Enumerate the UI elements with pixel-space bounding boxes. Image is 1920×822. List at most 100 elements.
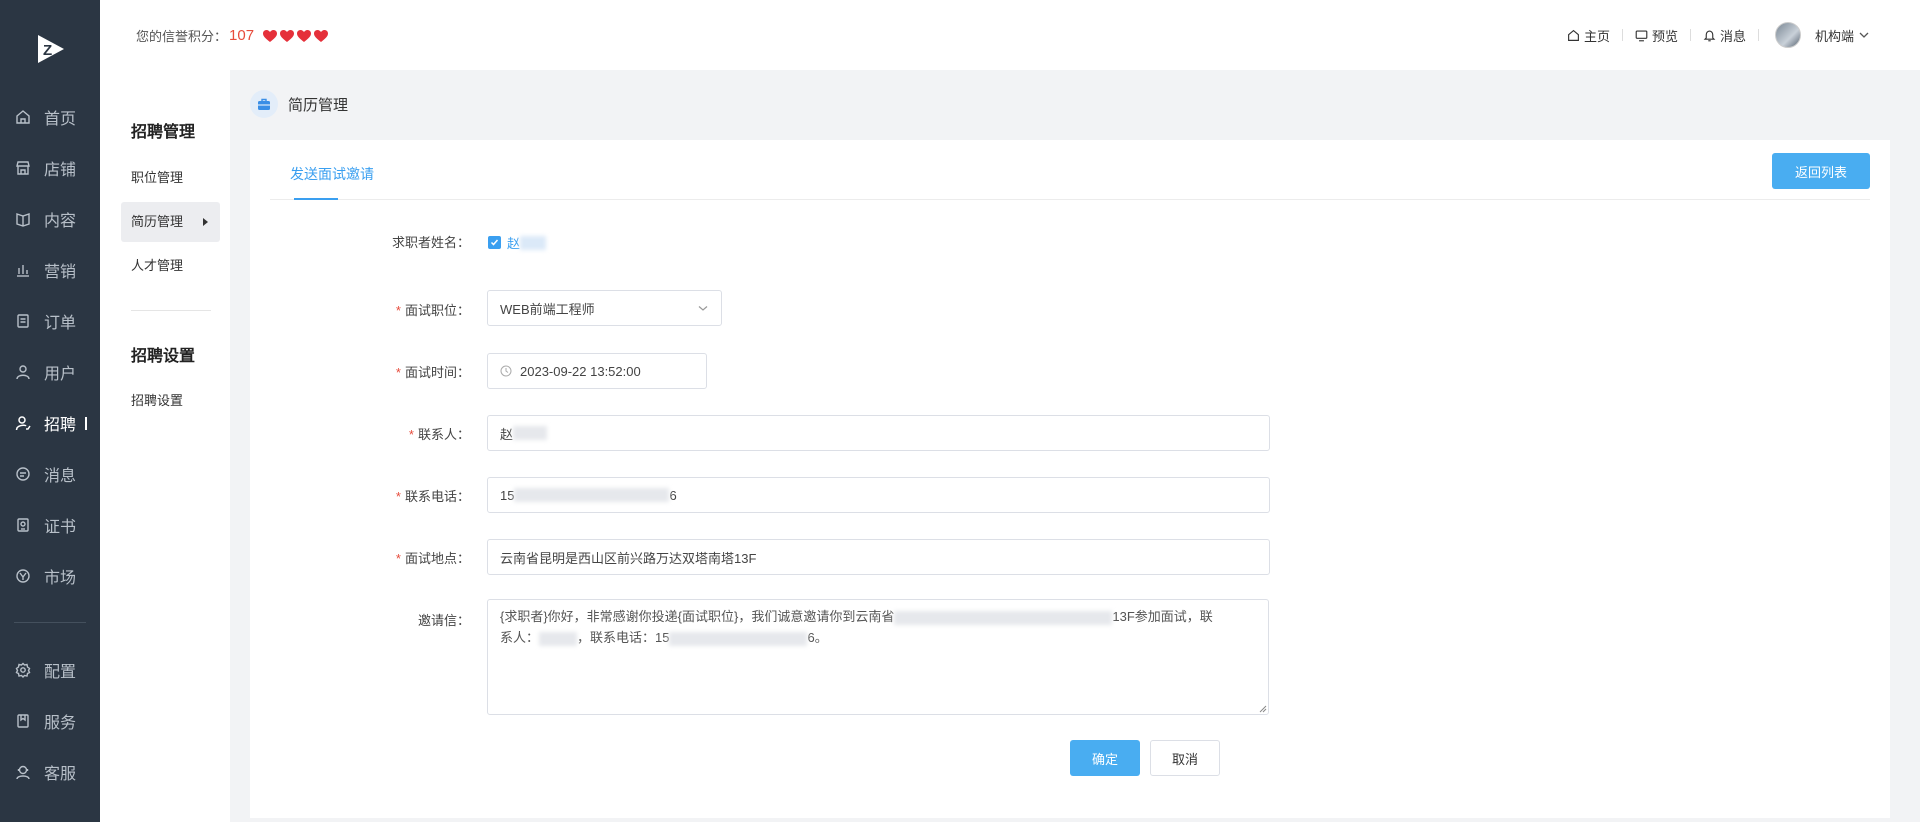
chat-icon — [14, 465, 32, 483]
location-value: 云南省昆明是西山区前兴路万达双塔南塔13F — [500, 550, 757, 566]
nav-label: 客服 — [44, 766, 77, 783]
applicant-label: 求职者姓名： — [391, 235, 470, 250]
credit-hearts — [262, 29, 329, 43]
account-menu[interactable]: 机构端 — [1759, 22, 1882, 48]
tab-bar: 发送面试邀请 — [270, 140, 1870, 200]
phone-input[interactable]: 15 6 — [487, 477, 1270, 513]
sub-item-recruit-settings[interactable]: 招聘设置 — [121, 381, 220, 421]
main-card: 发送面试邀请 返回列表 求职者姓名： 赵 * 面试职位： WEB前端工程师 * 面试… — [250, 140, 1890, 818]
nav-label: 市场 — [44, 570, 77, 587]
credit-score: 107 — [229, 27, 255, 44]
location-input[interactable]: 云南省昆明是西山区前兴路万达双塔南塔13F — [487, 539, 1270, 575]
heart-icon — [297, 29, 312, 42]
contact-label: * 联系人： — [408, 427, 470, 442]
nav-item-messages[interactable]: 消息 — [0, 454, 100, 494]
redacted-text — [514, 488, 670, 502]
order-icon — [14, 312, 32, 330]
time-picker[interactable]: 2023-09-22 13:52:00 — [487, 353, 707, 389]
tab-active-indicator — [294, 198, 338, 200]
sub-group-title: 招聘管理 — [131, 124, 196, 141]
position-label: * 面试职位： — [395, 303, 470, 318]
cancel-button[interactable]: 取消 — [1150, 740, 1220, 776]
book-icon — [14, 210, 32, 228]
applicant-name: 赵 — [507, 236, 521, 251]
nav-item-home[interactable]: 首页 — [0, 97, 100, 137]
time-label: * 面试时间： — [395, 365, 470, 380]
briefcase-icon — [250, 90, 278, 118]
resize-handle-icon[interactable] — [1259, 705, 1267, 713]
time-value: 2023-09-22 13:52:00 — [520, 363, 641, 379]
preview-link-label: 预览 — [1651, 28, 1678, 44]
contact-value: 赵 — [500, 426, 514, 442]
nav-item-orders[interactable]: 订单 — [0, 301, 100, 341]
svg-text:Z: Z — [43, 42, 52, 59]
letter-line-2: 系人： ，联系电话：15 6。 — [500, 630, 828, 646]
messages-link[interactable]: 消息 — [1691, 26, 1758, 45]
nav-label: 消息 — [44, 468, 77, 485]
heart-icon — [280, 29, 295, 42]
sub-item-resumes[interactable]: 简历管理 — [121, 202, 220, 242]
heart-icon — [263, 29, 278, 42]
letter-label: 邀请信： — [417, 613, 470, 628]
nav-item-marketing[interactable]: 营销 — [0, 250, 100, 290]
nav-item-market[interactable]: 市场 — [0, 556, 100, 596]
nav-item-certificate[interactable]: 证书 — [0, 505, 100, 545]
location-label: * 面试地点： — [395, 551, 470, 566]
account-label: 机构端 — [1814, 28, 1854, 44]
nav-label: 服务 — [44, 715, 77, 732]
sub-divider — [131, 310, 211, 311]
nav-item-recruit[interactable]: 招聘 — [0, 403, 100, 443]
invitation-letter-textarea[interactable]: {求职者}你好，非常感谢你投递{面试职位}，我们诚意邀请你到云南省 13F参加面试… — [487, 599, 1269, 715]
nav-item-content[interactable]: 内容 — [0, 199, 100, 239]
gear-icon — [14, 661, 32, 679]
nav-label: 店铺 — [44, 162, 77, 179]
nav-item-service[interactable]: 服务 — [0, 701, 100, 741]
bell-icon — [1703, 29, 1716, 41]
nav-item-config[interactable]: 配置 — [0, 650, 100, 690]
position-select[interactable]: WEB前端工程师 — [487, 290, 722, 326]
heart-icon — [314, 29, 329, 42]
app-logo-icon[interactable]: Z — [34, 32, 68, 66]
tab-send-invite[interactable]: 发送面试邀请 — [290, 164, 374, 184]
sub-sidebar: 招聘管理 职位管理 简历管理 人才管理 招聘设置 招聘设置 — [100, 70, 230, 822]
preview-link[interactable]: 预览 — [1623, 26, 1690, 45]
credit-score-display: 您的信誉积分： 107 — [136, 26, 329, 45]
contact-input[interactable]: 赵 — [487, 415, 1270, 451]
nav-label: 营销 — [44, 264, 77, 281]
store-icon — [14, 159, 32, 177]
sub-item-talent[interactable]: 人才管理 — [121, 246, 220, 286]
nav-label: 内容 — [44, 213, 77, 230]
nav-item-support[interactable]: 客服 — [0, 752, 100, 792]
chevron-down-icon — [1859, 32, 1869, 38]
nav-item-users[interactable]: 用户 — [0, 352, 100, 392]
certificate-icon — [14, 516, 32, 534]
breadcrumb: 简历管理 — [250, 90, 348, 118]
home-link[interactable]: 主页 — [1555, 26, 1622, 45]
user-icon — [14, 363, 32, 381]
page-title: 简历管理 — [288, 96, 349, 114]
market-icon — [14, 567, 32, 585]
applicant-checkbox[interactable]: 赵 — [488, 233, 547, 252]
sub-group-title: 招聘设置 — [131, 348, 196, 365]
nav-label: 用户 — [44, 366, 77, 383]
confirm-button[interactable]: 确定 — [1070, 740, 1140, 776]
nav-item-store[interactable]: 店铺 — [0, 148, 100, 188]
clock-icon — [500, 365, 512, 377]
sub-item-positions[interactable]: 职位管理 — [121, 158, 220, 198]
credit-label: 您的信誉积分： — [136, 29, 228, 44]
phone-label: * 联系电话： — [395, 489, 470, 504]
service-icon — [14, 712, 32, 730]
avatar — [1774, 22, 1801, 48]
checkbox-checked-icon — [488, 236, 501, 249]
messages-link-label: 消息 — [1719, 28, 1746, 44]
phone-prefix: 15 — [500, 487, 515, 503]
headset-icon — [14, 763, 32, 781]
bar-chart-icon — [14, 261, 32, 279]
main-sidebar: Z 首页 店铺 内容 营销 订单 用户 招聘 消息 证书 市场 配置 服务 客服 — [0, 0, 100, 822]
chevron-down-icon — [698, 306, 708, 311]
sub-item-label: 简历管理 — [131, 214, 184, 229]
nav-label: 证书 — [44, 519, 77, 536]
home-link-label: 主页 — [1583, 28, 1610, 44]
letter-line-1: {求职者}你好，非常感谢你投递{面试职位}，我们诚意邀请你到云南省 13F参加面试… — [500, 609, 1213, 625]
back-to-list-button[interactable]: 返回列表 — [1772, 153, 1870, 189]
